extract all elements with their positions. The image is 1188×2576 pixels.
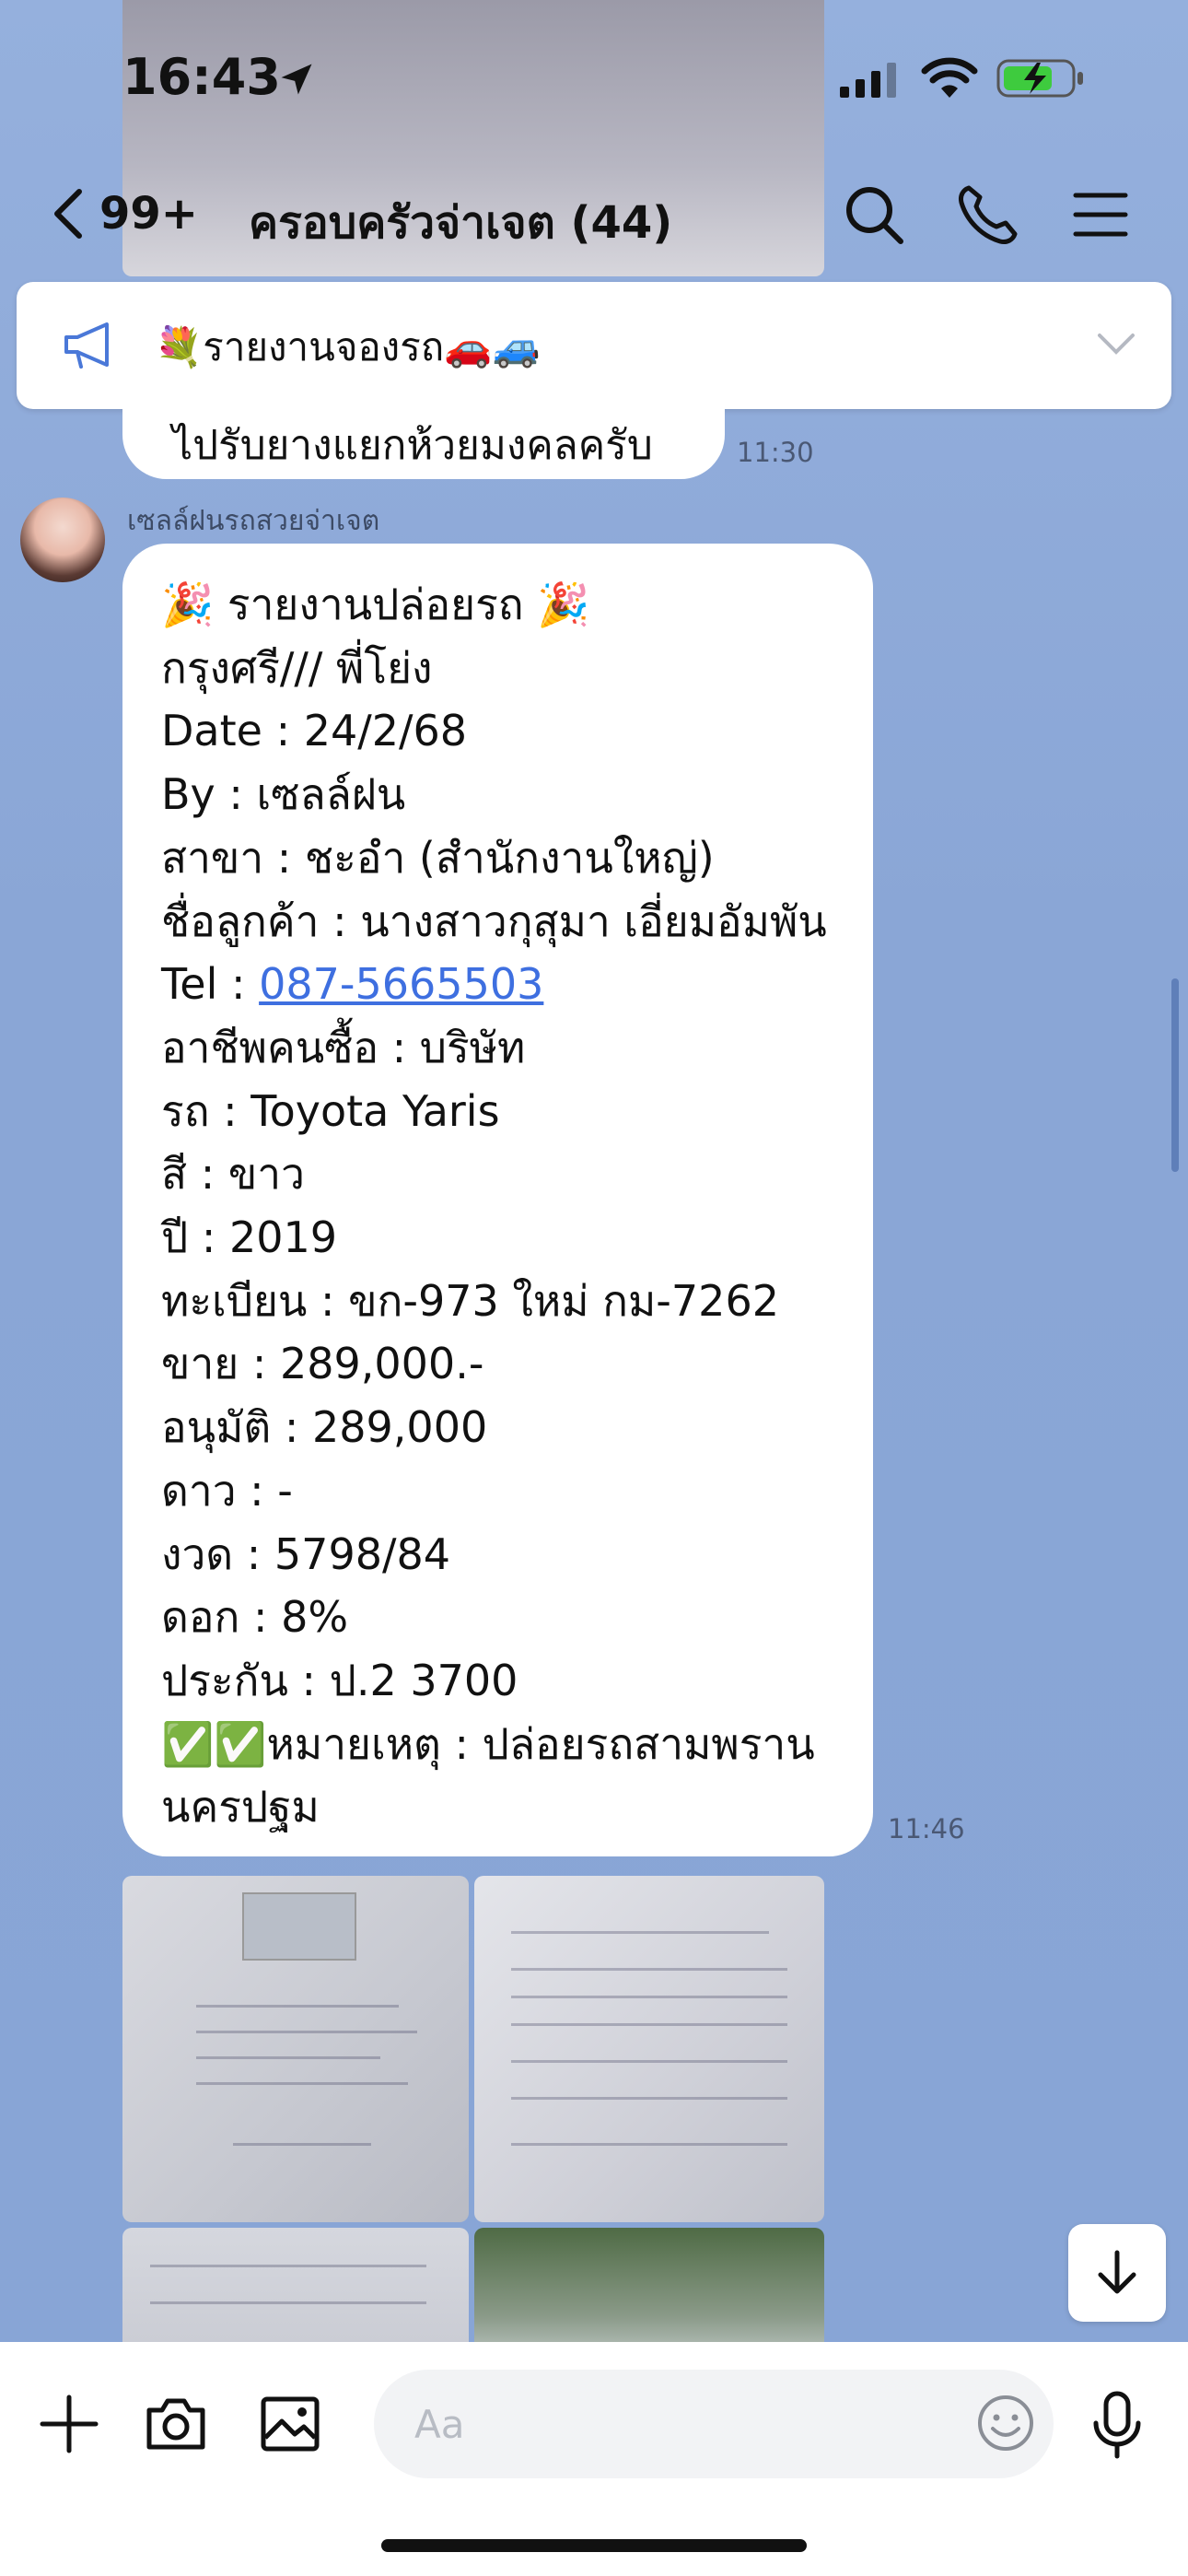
cellular-signal-icon xyxy=(840,63,896,98)
message-body: 🎉 รายงานปล่อยรถ 🎉 กรุงศรี/// พี่โย่ง Dat… xyxy=(161,573,861,1839)
status-bar: 16:43 xyxy=(0,0,1188,138)
emoji-icon[interactable] xyxy=(976,2394,1035,2453)
photo-document-1[interactable] xyxy=(122,1876,469,2222)
message-line: อาชีพคนซื้อ : บริษัท xyxy=(161,1022,526,1072)
chevron-down-icon[interactable] xyxy=(1096,330,1136,357)
chat-title[interactable]: ครอบครัวจ่าเจต (44) xyxy=(249,188,672,258)
sender-avatar[interactable] xyxy=(20,498,105,582)
search-icon[interactable] xyxy=(842,182,906,247)
scrollbar[interactable] xyxy=(1171,978,1179,1172)
plus-icon[interactable] xyxy=(37,2392,101,2456)
scroll-to-bottom-button[interactable] xyxy=(1068,2224,1166,2322)
message-line: ดาว : - xyxy=(161,1465,293,1516)
previous-message-time: 11:30 xyxy=(737,437,814,468)
battery-charging-icon xyxy=(996,59,1083,98)
message-line-tel: Tel : 087-5665503 xyxy=(161,953,861,1016)
menu-icon[interactable] xyxy=(1068,182,1133,247)
message-line: งวด : 5798/84 xyxy=(161,1528,451,1579)
message-line: By : เซลล์ฝน xyxy=(161,769,406,820)
previous-message-bubble[interactable]: ไปรับยางแยกห้วยมงคลครับ xyxy=(122,387,725,479)
message-line: ทะเบียน : ขก-973 ใหม่ กม-7262 xyxy=(161,1275,779,1326)
home-indicator xyxy=(381,2539,807,2552)
previous-message-text: ไปรับยางแยกห้วยมงคลครับ xyxy=(172,422,653,469)
message-line: ชื่อลูกค้า : นางสาวกุสุมา เอี่ยมอัมพัน xyxy=(161,896,827,946)
message-time: 11:46 xyxy=(888,1813,965,1844)
image-gallery-icon[interactable] xyxy=(258,2392,322,2456)
message-line: ✅✅หมายเหตุ : ปล่อยรถสามพราน xyxy=(161,1718,815,1769)
back-chevron-icon[interactable] xyxy=(48,186,88,241)
message-line: Date : 24/2/68 xyxy=(161,706,468,756)
message-line: ประกัน : ป.2 3700 xyxy=(161,1655,518,1705)
message-line: นครปฐม xyxy=(161,1782,320,1832)
megaphone-icon xyxy=(64,322,109,369)
message-line: กรุงศรี/// พี่โย่ง xyxy=(161,642,433,693)
phone-link[interactable]: 087-5665503 xyxy=(259,959,543,1009)
message-line: สี : ขาว xyxy=(161,1149,305,1200)
tel-label: Tel : xyxy=(161,959,260,1010)
id-card-image xyxy=(242,1892,356,1961)
camera-icon[interactable] xyxy=(144,2392,208,2456)
photo-document-2[interactable] xyxy=(474,1876,824,2222)
message-line: สาขา : ชะอำ (สำนักงานใหญ่) xyxy=(161,832,715,883)
message-line: ปี : 2019 xyxy=(161,1212,338,1263)
arrow-down-icon xyxy=(1098,2250,1136,2294)
message-line: ดอก : 8% xyxy=(161,1592,349,1643)
microphone-icon[interactable] xyxy=(1085,2390,1149,2460)
message-line: ขาย : 289,000.- xyxy=(161,1339,484,1389)
location-arrow-icon xyxy=(281,64,312,95)
phone-call-icon[interactable] xyxy=(956,182,1020,247)
announcement-text: 💐รายงานจองรถ🚗🚙 xyxy=(155,324,541,369)
message-bubble[interactable]: 🎉 รายงานปล่อยรถ 🎉 กรุงศรี/// พี่โย่ง Dat… xyxy=(122,544,873,1856)
message-line: อนุมัติ : 289,000 xyxy=(161,1402,488,1453)
chat-header: 99+ ครอบครัวจ่าเจต (44) xyxy=(0,166,1188,258)
sender-name: เซลล์ฝนรถสวยจ่าเจต xyxy=(127,505,380,537)
status-time: 16:43 xyxy=(122,48,281,106)
message-input[interactable] xyxy=(374,2370,1054,2478)
wifi-icon xyxy=(921,57,978,98)
message-line: 🎉 รายงานปล่อยรถ 🎉 xyxy=(161,580,590,629)
message-line: รถ : Toyota Yaris xyxy=(161,1085,500,1136)
unread-count[interactable]: 99+ xyxy=(99,188,198,240)
